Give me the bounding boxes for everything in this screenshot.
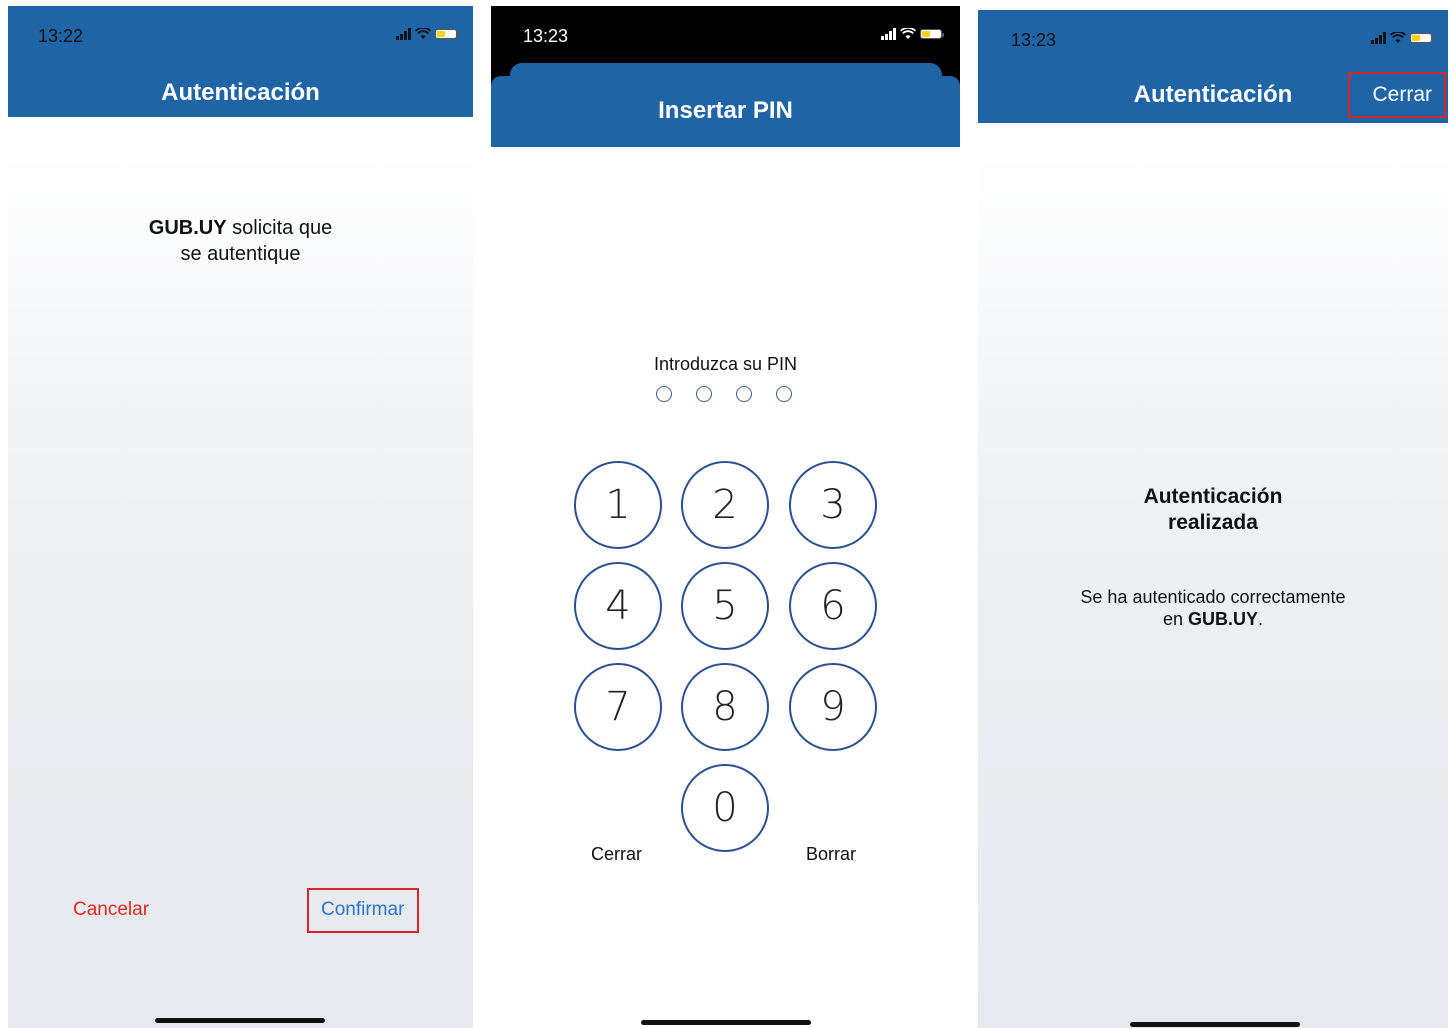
key-1[interactable]: 1	[574, 461, 662, 549]
screen-authentication-success: 13:23 Autenticación Cerrar Autenticación…	[978, 0, 1448, 1028]
pin-dots	[656, 386, 792, 402]
requesting-app-name: GUB.UY	[148, 217, 227, 239]
pin-dot	[736, 386, 752, 402]
navbar: 13:22 Autenticación	[8, 6, 473, 117]
success-message: Se ha autenticado correctamente en GUB.U…	[978, 586, 1448, 630]
key-5[interactable]: 5	[681, 562, 769, 650]
key-6[interactable]: 6	[789, 562, 877, 650]
signal-icon	[1371, 32, 1386, 44]
signal-icon	[396, 28, 411, 40]
nav-title: Autenticación	[161, 79, 320, 106]
status-time: 13:22	[38, 26, 84, 46]
pin-dot	[696, 386, 712, 402]
success-msg-suffix: .	[1258, 609, 1264, 629]
status-icons	[1371, 32, 1434, 44]
home-indicator	[1130, 1022, 1300, 1027]
battery-icon	[435, 29, 459, 39]
close-button[interactable]: Cerrar	[591, 844, 642, 865]
request-text-line2: se autentique	[180, 243, 301, 265]
success-msg-line1: Se ha autenticado correctamente	[1080, 587, 1346, 607]
key-7[interactable]: 7	[574, 663, 662, 751]
wifi-icon	[900, 28, 916, 39]
battery-icon	[920, 29, 944, 39]
key-0[interactable]: 0	[681, 764, 769, 852]
battery-icon	[1410, 33, 1434, 43]
delete-button[interactable]: Borrar	[806, 844, 856, 865]
confirm-button[interactable]: Confirmar	[321, 899, 404, 921]
success-title: Autenticación realizada	[978, 484, 1448, 536]
cancel-button[interactable]: Cancelar	[73, 899, 149, 921]
navbar: 13:23 Autenticación Cerrar	[978, 10, 1448, 123]
screen-authentication-request: 13:22 Autenticación GUB.UY solicita que …	[8, 0, 473, 1028]
signal-icon	[881, 28, 896, 40]
success-app-name: GUB.UY	[1188, 609, 1259, 629]
pin-dot	[776, 386, 792, 402]
wifi-icon	[415, 28, 431, 39]
wifi-icon	[1390, 32, 1406, 43]
screen-pin-entry: 13:23 Insertar PIN Introduzca su PIN 1 2…	[491, 0, 960, 1028]
success-title-line1: Autenticación	[1143, 485, 1283, 508]
close-button[interactable]: Cerrar	[1372, 83, 1432, 107]
status-icons	[396, 28, 459, 40]
home-indicator	[155, 1018, 325, 1023]
home-indicator	[641, 1020, 811, 1025]
success-title-line2: realizada	[1168, 511, 1258, 534]
key-4[interactable]: 4	[574, 562, 662, 650]
success-msg-line2-prefix: en	[1162, 609, 1188, 629]
status-icons	[881, 28, 944, 40]
key-9[interactable]: 9	[789, 663, 877, 751]
key-2[interactable]: 2	[681, 461, 769, 549]
navbar: Insertar PIN	[491, 76, 960, 147]
key-8[interactable]: 8	[681, 663, 769, 751]
request-text-line1: solicita que	[226, 217, 333, 239]
auth-request-message: GUB.UY solicita que se autentique	[8, 215, 473, 267]
status-time: 13:23	[523, 26, 569, 46]
pin-prompt: Introduzca su PIN	[653, 354, 798, 374]
pin-dot	[656, 386, 672, 402]
nav-title: Insertar PIN	[658, 97, 793, 124]
key-3[interactable]: 3	[789, 461, 877, 549]
status-time: 13:23	[1011, 30, 1057, 50]
